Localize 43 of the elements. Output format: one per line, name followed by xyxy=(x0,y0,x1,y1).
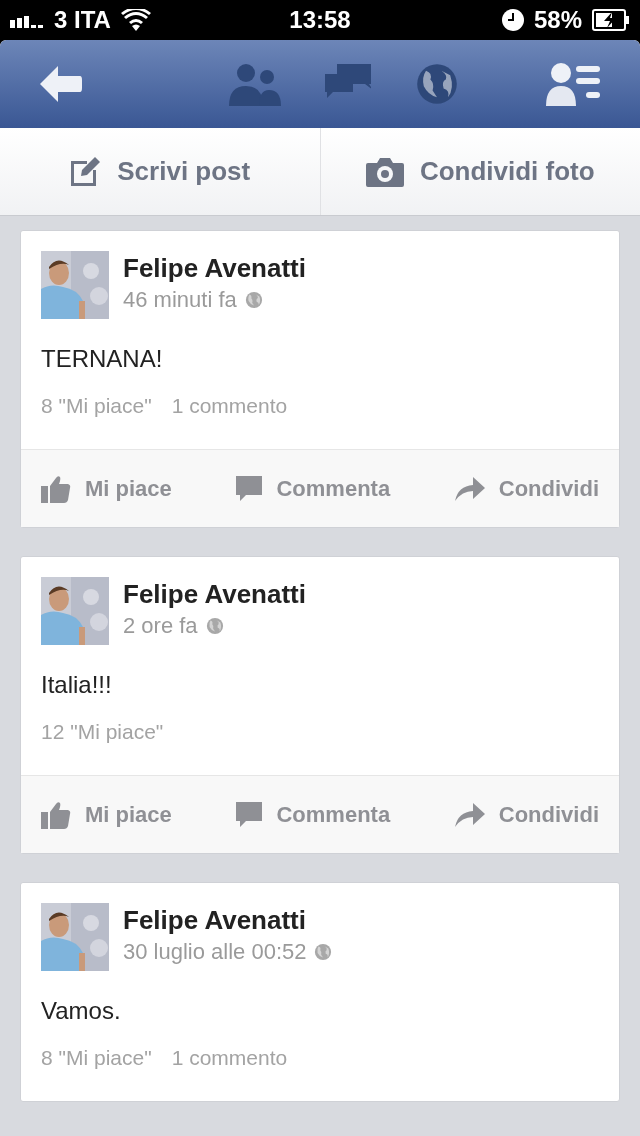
action-button[interactable]: Commenta xyxy=(236,798,391,831)
share-arrow-icon xyxy=(454,476,485,501)
friends-icon[interactable] xyxy=(229,62,281,106)
wifi-icon xyxy=(120,9,151,31)
battery-charging-icon xyxy=(592,9,630,31)
author-name[interactable]: Felipe Avenatti xyxy=(123,903,333,937)
comments-count[interactable]: 1 commento xyxy=(171,1043,288,1073)
post-time[interactable]: 30 luglio alle 00:52 xyxy=(123,937,307,967)
post-text: Vamos. xyxy=(41,996,122,1026)
thumbs-up-icon xyxy=(41,800,71,829)
likes-count[interactable]: 12 "Mi piace" xyxy=(41,717,164,747)
action-button[interactable]: Commenta xyxy=(236,472,391,505)
author-name[interactable]: Felipe Avenatti xyxy=(123,251,306,285)
action-button[interactable]: Condividi xyxy=(454,472,599,505)
battery-percentage: 58% xyxy=(533,5,582,35)
comment-icon xyxy=(236,801,263,828)
globe-icon xyxy=(205,617,224,635)
action-button[interactable]: Mi piace xyxy=(41,472,172,505)
globe-icon xyxy=(244,291,263,309)
post-time[interactable]: 46 minuti fa xyxy=(123,285,237,315)
globe-notifications-icon[interactable] xyxy=(415,62,459,106)
profile-menu-icon[interactable] xyxy=(546,62,600,106)
alarm-clock-icon xyxy=(501,9,524,31)
post-time[interactable]: 2 ore fa xyxy=(123,611,198,641)
globe-icon xyxy=(314,943,333,961)
author-name[interactable]: Felipe Avenatti xyxy=(123,577,306,611)
edit-icon xyxy=(69,155,102,188)
comments-count[interactable]: 1 commento xyxy=(171,391,288,421)
thumbs-up-icon xyxy=(41,474,71,503)
back-arrow-icon[interactable] xyxy=(40,66,82,102)
composer-button[interactable]: Condividi foto xyxy=(319,128,640,215)
action-button[interactable]: Condividi xyxy=(454,798,599,831)
post-text: TERNANA! xyxy=(41,344,164,374)
clock-time: 13:58 xyxy=(288,5,352,35)
comment-icon xyxy=(236,475,263,502)
action-button[interactable]: Mi piace xyxy=(41,798,172,831)
likes-count[interactable]: 8 "Mi piace" xyxy=(41,1043,152,1073)
likes-count[interactable]: 8 "Mi piace" xyxy=(41,391,152,421)
share-arrow-icon xyxy=(454,802,485,827)
post-text: Italia!!! xyxy=(41,670,113,700)
composer-button[interactable]: Scrivi post xyxy=(0,128,320,215)
camera-icon xyxy=(365,156,404,187)
carrier-name: 3 ITA xyxy=(54,5,111,35)
